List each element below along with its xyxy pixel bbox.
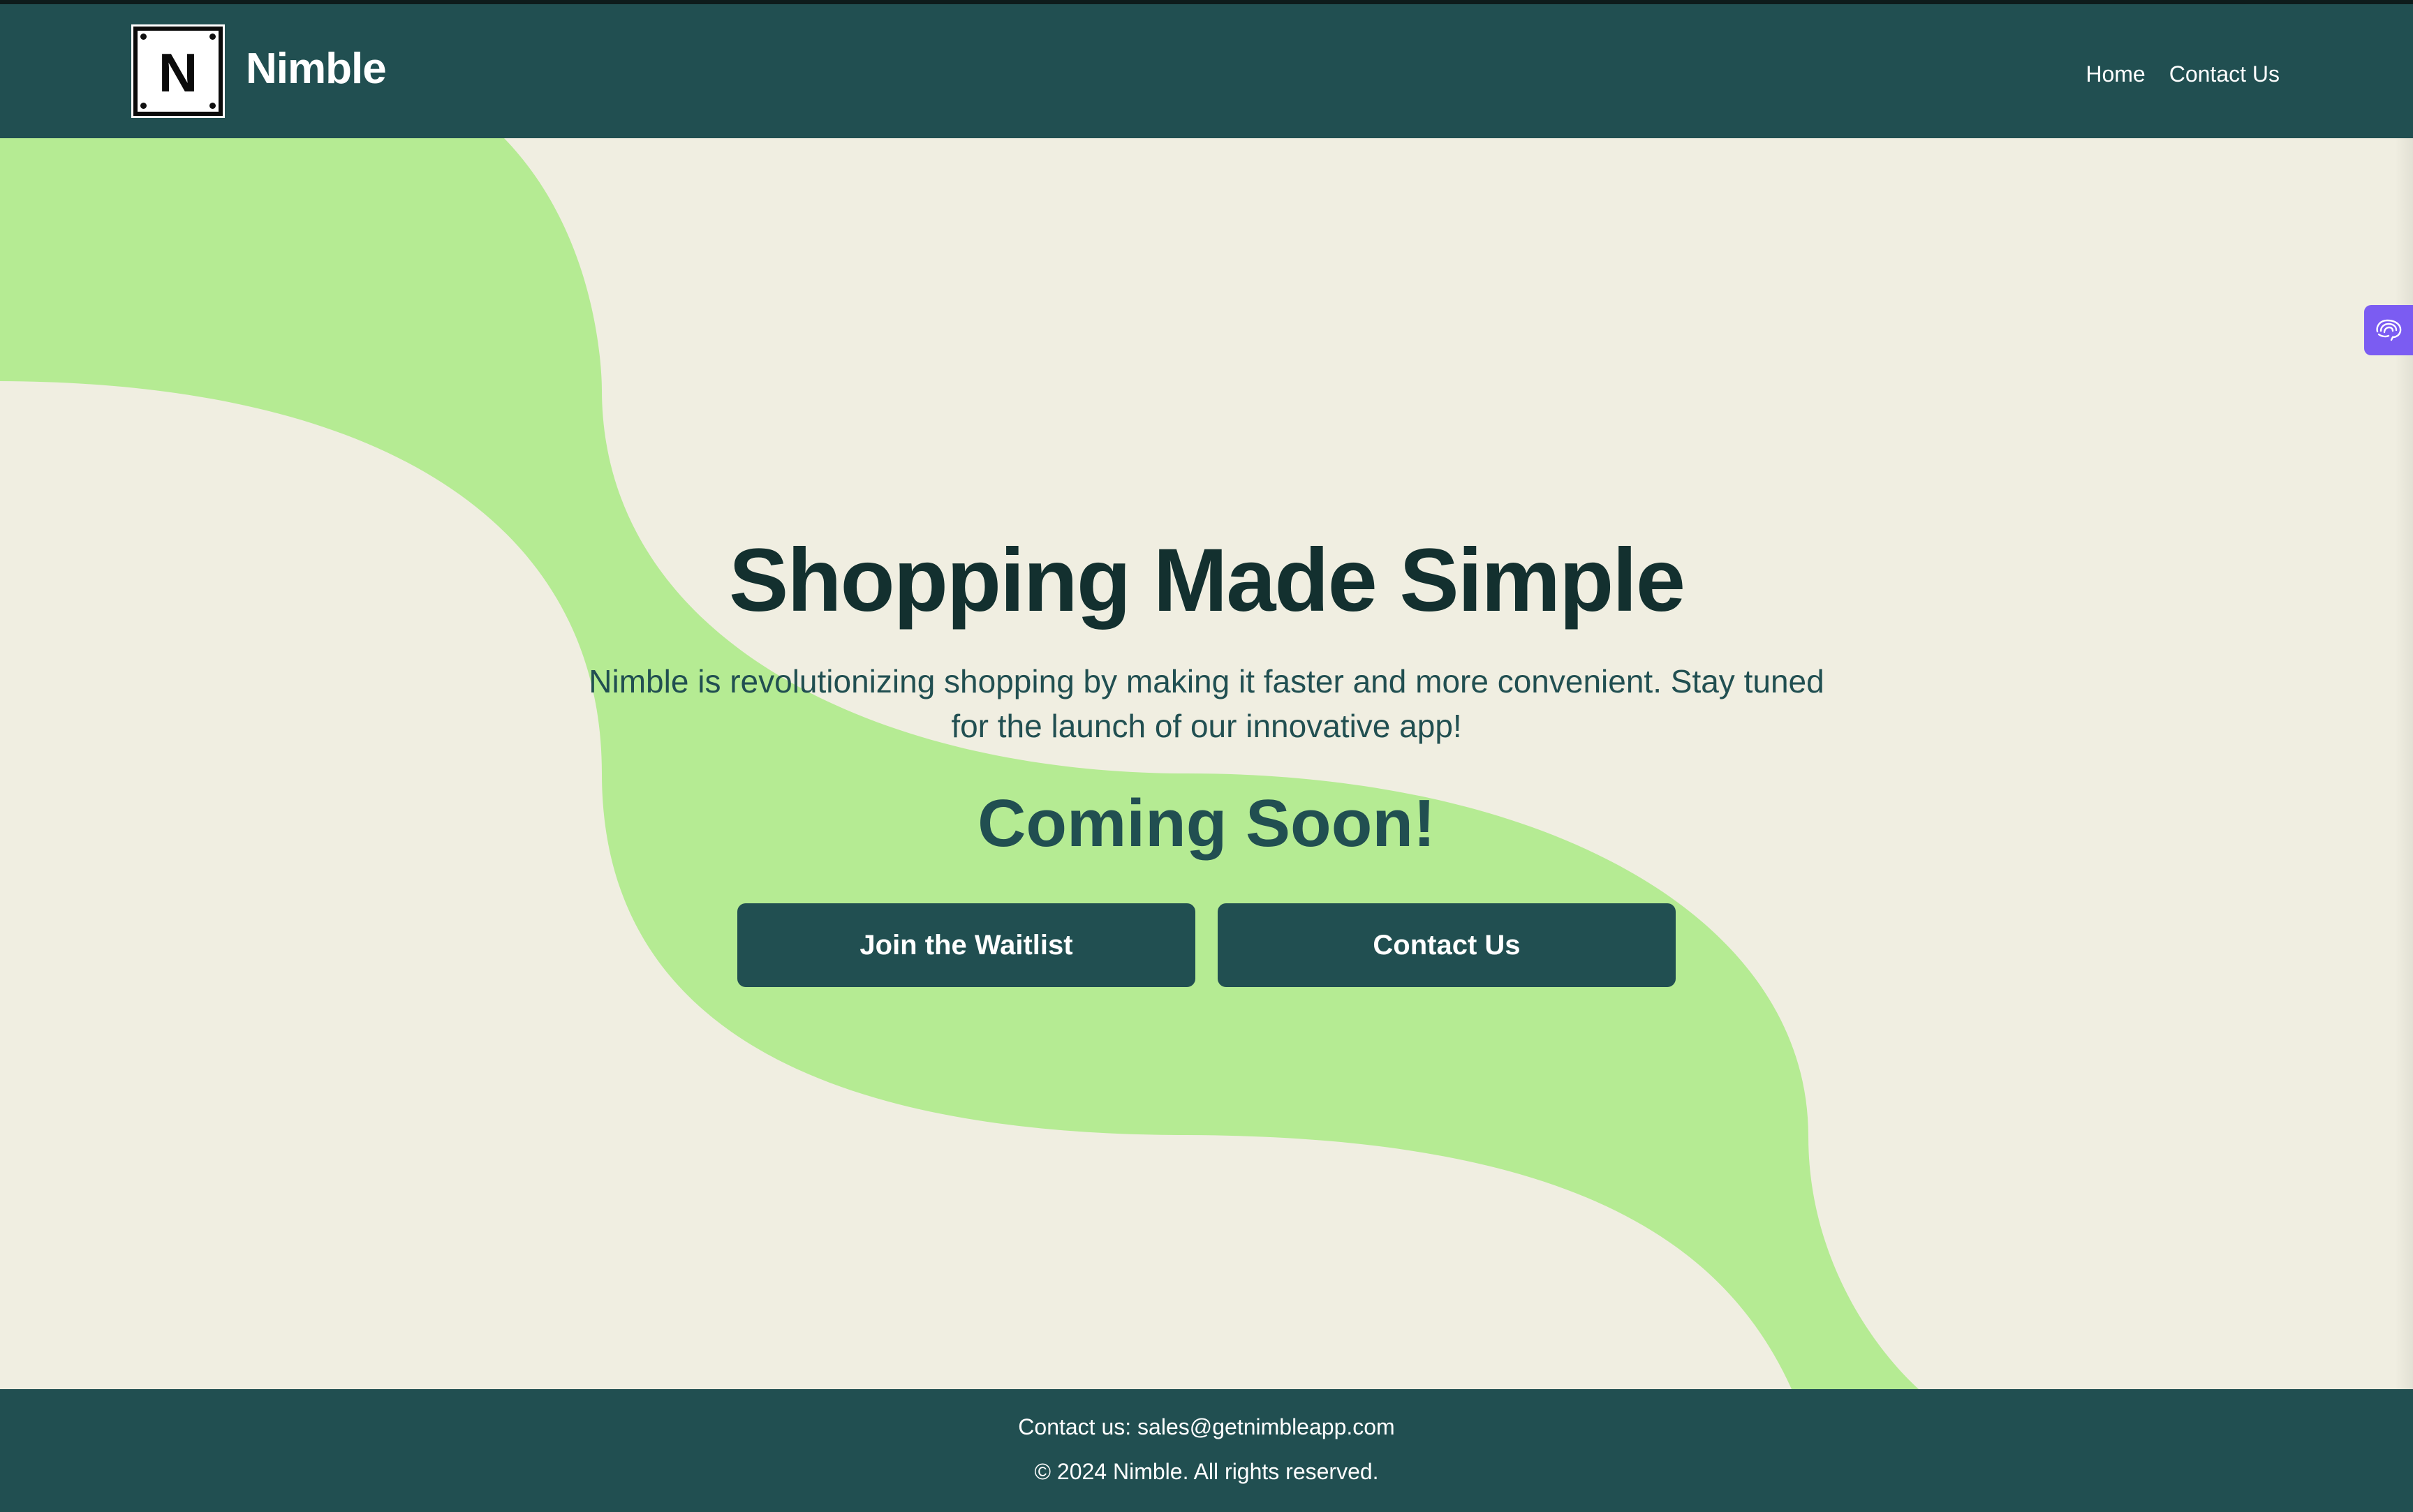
footer-contact-text: Contact us: sales@getnimbleapp.com [1018,1414,1395,1439]
side-widget-tab[interactable] [2364,305,2413,355]
join-waitlist-button[interactable]: Join the Waitlist [737,903,1195,987]
logo[interactable]: N [131,24,225,118]
top-nav: Home Contact Us [2086,63,2280,85]
nav-home-link[interactable]: Home [2086,63,2145,85]
site-footer: Contact us: sales@getnimbleapp.com © 202… [0,1389,2413,1512]
wave-background [0,138,1919,1389]
wave-shape [0,138,1919,1389]
brand-name[interactable]: Nimble [246,47,387,91]
brain-icon [2376,319,2402,341]
hero-title: Shopping Made Simple [728,531,1685,630]
hero-section: Shopping Made Simple Nimble is revolutio… [0,138,2413,1389]
nav-contact-link[interactable]: Contact Us [2169,63,2280,85]
footer-copyright: © 2024 Nimble. All rights reserved. [1034,1459,1379,1484]
site-header: N Nimble Home Contact Us [0,4,2413,138]
coming-soon-heading: Coming Soon! [977,786,1436,861]
logo-letter: N [158,41,198,103]
hero-description: Nimble is revolutionizing shopping by ma… [589,663,1824,744]
contact-us-button[interactable]: Contact Us [1218,903,1676,987]
